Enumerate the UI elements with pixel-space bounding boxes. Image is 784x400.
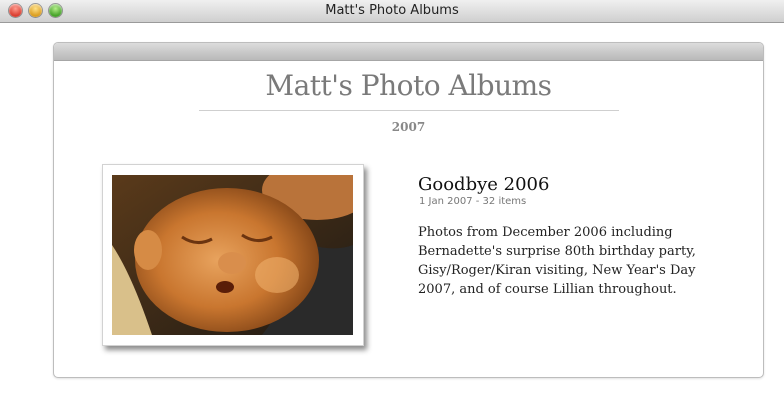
panel-header-bar	[54, 43, 763, 61]
window-title-bar[interactable]: Matt's Photo Albums	[0, 0, 784, 23]
sleeping-baby-photo	[112, 175, 353, 335]
album-thumbnail[interactable]	[102, 164, 364, 346]
album-cover-photo[interactable]	[112, 175, 353, 335]
album-title-link[interactable]: Goodbye 2006	[418, 174, 549, 195]
window-title: Matt's Photo Albums	[325, 3, 459, 18]
title-divider	[199, 110, 619, 111]
album-index-panel: Matt's Photo Albums 2007 Goodbye 2006 1 …	[53, 42, 764, 378]
album-date-and-count: 1 Jan 2007 - 32 items	[419, 196, 527, 207]
album-description: Photos from December 2006 including Bern…	[418, 225, 696, 297]
page-title: Matt's Photo Albums	[265, 69, 552, 102]
year-heading: 2007	[391, 120, 426, 134]
